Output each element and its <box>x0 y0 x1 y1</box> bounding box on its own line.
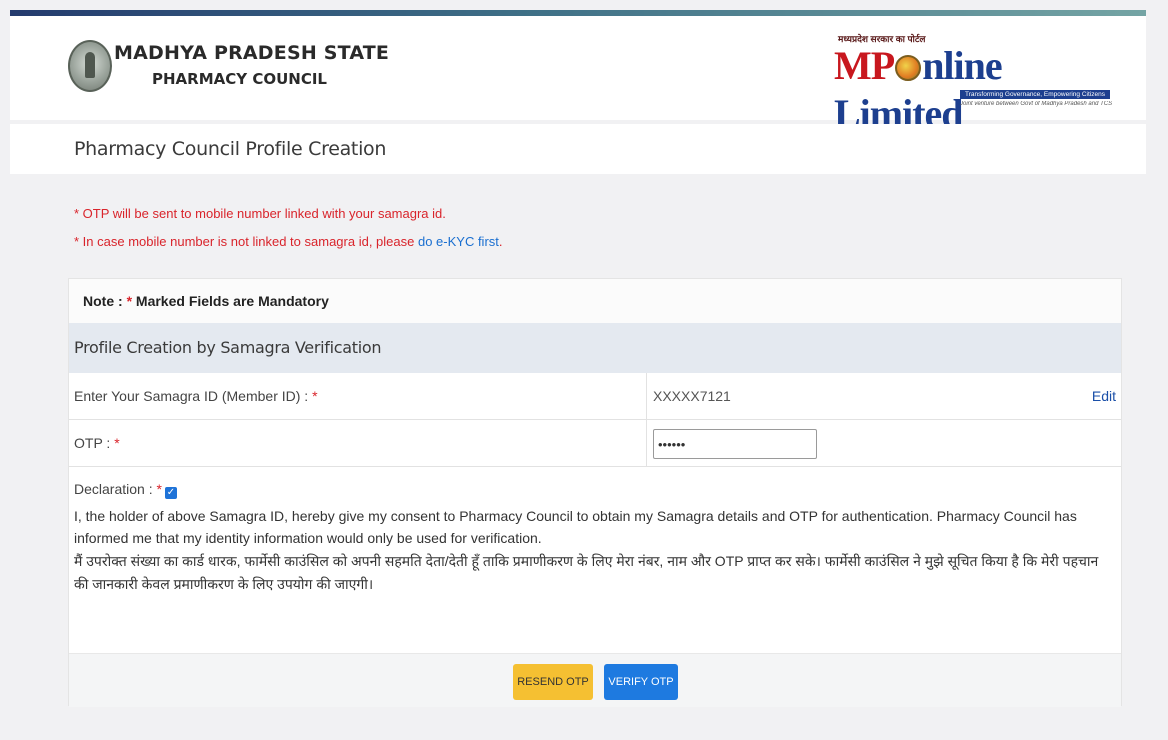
declaration-english-text: I, the holder of above Samagra ID, hereb… <box>74 508 1077 546</box>
ekyc-info-suffix: . <box>498 234 503 249</box>
mandatory-note: Note : * Marked Fields are Mandatory <box>69 279 1121 323</box>
otp-required-star: * <box>114 435 120 451</box>
otp-input[interactable] <box>653 429 817 459</box>
samagra-id-label: Enter Your Samagra ID (Member ID) : * <box>74 373 318 420</box>
declaration-checkbox[interactable]: ✓ <box>164 487 177 499</box>
otp-info-message: * OTP will be sent to mobile number link… <box>74 206 446 221</box>
note-prefix: Note : <box>83 293 127 309</box>
note-suffix: Marked Fields are Mandatory <box>132 293 329 309</box>
column-divider <box>646 373 647 419</box>
edit-samagra-link[interactable]: Edit <box>1092 373 1116 420</box>
council-name-line1: MADHYA PRADESH STATE <box>114 42 390 64</box>
mponline-strip: Transforming Governance, Empowering Citi… <box>960 90 1110 99</box>
samagra-id-row: Enter Your Samagra ID (Member ID) : * XX… <box>69 373 1121 420</box>
otp-label: OTP : * <box>74 420 120 467</box>
declaration-hindi-text: मैं उपरोक्त संख्या का कार्ड धारक, फार्मे… <box>74 553 1099 592</box>
resend-otp-button[interactable]: RESEND OTP <box>513 664 593 700</box>
column-divider <box>646 420 647 466</box>
globe-icon <box>895 55 922 81</box>
mponline-logo: मध्यप्रदेश सरकार का पोर्टल MP nline Limit… <box>832 32 1122 136</box>
ekyc-link[interactable]: do e-KYC first <box>418 234 499 249</box>
form-action-bar: RESEND OTP VERIFY OTP <box>69 653 1121 707</box>
declaration-block: Declaration : * ✓ I, the holder of above … <box>69 467 1121 653</box>
otp-row: OTP : * <box>69 420 1121 467</box>
declaration-label-text: Declaration : <box>74 481 157 497</box>
page-title-bar: Pharmacy Council Profile Creation <box>10 124 1146 174</box>
page-title: Pharmacy Council Profile Creation <box>74 138 387 160</box>
ekyc-info-prefix: * In case mobile number is not linked to… <box>74 234 418 249</box>
mponline-mp-text: MP <box>834 43 895 88</box>
verify-otp-button[interactable]: VERIFY OTP <box>604 664 678 700</box>
mponline-subtext: Joint venture between Govt of Madhya Pra… <box>960 101 1112 107</box>
samagra-id-value: XXXXX7121 <box>653 388 731 404</box>
profile-form-card: Note : * Marked Fields are Mandatory Pro… <box>68 278 1122 707</box>
info-messages: * OTP will be sent to mobile number link… <box>74 205 503 261</box>
section-title: Profile Creation by Samagra Verification <box>69 323 1121 373</box>
declaration-label: Declaration : * ✓ <box>74 481 1116 499</box>
samagra-required-star: * <box>312 388 318 404</box>
otp-label-text: OTP : <box>74 435 115 451</box>
ekyc-info-message: * In case mobile number is not linked to… <box>74 233 503 261</box>
state-emblem-icon <box>68 40 112 92</box>
council-name-line2: PHARMACY COUNCIL <box>152 70 327 88</box>
site-header: MADHYA PRADESH STATE PHARMACY COUNCIL मध… <box>10 16 1146 136</box>
samagra-id-label-text: Enter Your Samagra ID (Member ID) : <box>74 388 313 404</box>
declaration-required-star: * <box>156 481 162 497</box>
